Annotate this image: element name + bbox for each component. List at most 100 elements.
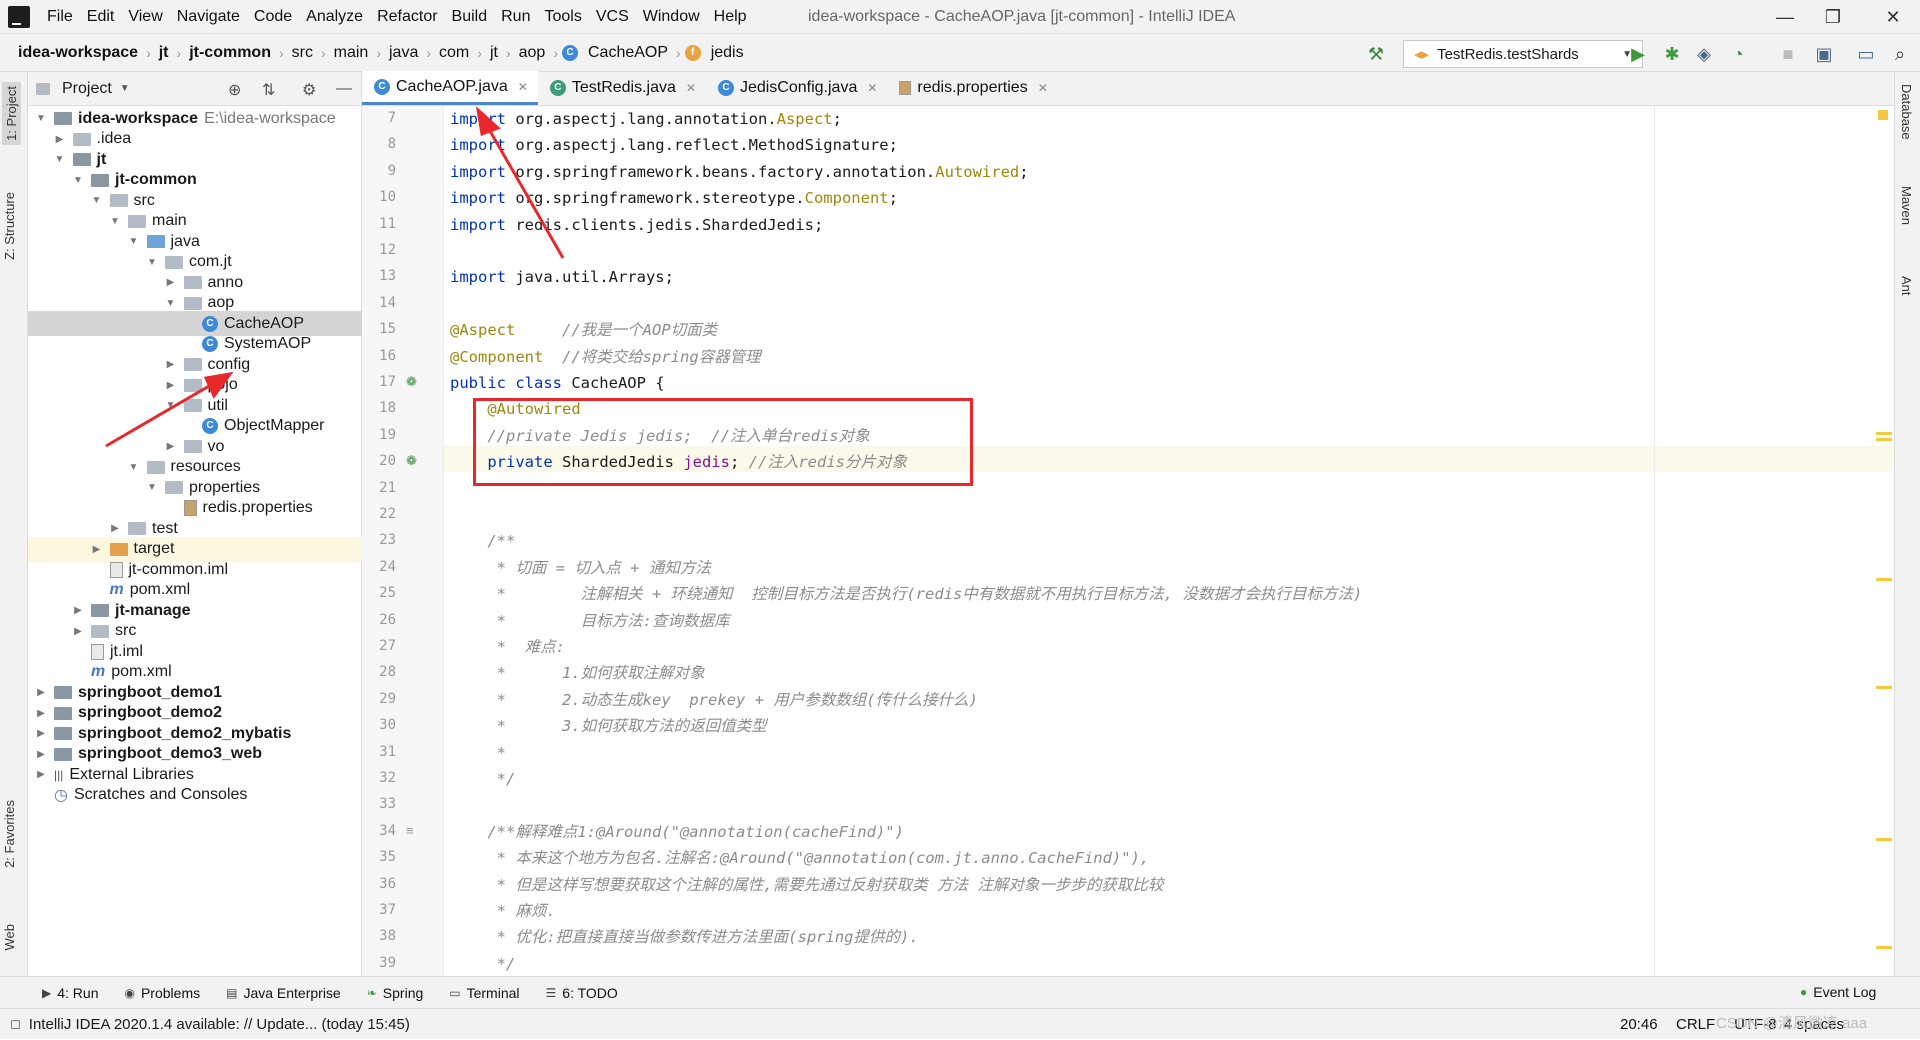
menu-run[interactable]: Run bbox=[494, 0, 537, 34]
error-stripe-mark[interactable] bbox=[1876, 686, 1892, 689]
code-line[interactable]: * 优化:把直接直接当做参数传进方法里面(spring提供的). bbox=[450, 924, 919, 950]
breadcrumb-item[interactable]: src bbox=[288, 44, 317, 62]
search-icon[interactable]: ⌕ bbox=[1888, 42, 1912, 66]
tool-tab-run[interactable]: ▶ 4: Run bbox=[42, 985, 98, 1001]
tab-cacheaop[interactable]: C CacheAOP.java ✕ bbox=[362, 71, 538, 105]
tool-tab-maven[interactable]: Maven bbox=[1899, 186, 1914, 225]
close-icon[interactable]: ✕ bbox=[1038, 81, 1048, 95]
expand-toggle-icon[interactable]: ▶ bbox=[34, 708, 48, 719]
menu-build[interactable]: Build bbox=[445, 0, 495, 34]
code-line[interactable]: * 目标方法:查询数据库 bbox=[450, 608, 730, 634]
breadcrumb-item[interactable]: com bbox=[435, 44, 473, 62]
code-line[interactable]: /** bbox=[450, 528, 515, 554]
project-panel-title[interactable]: Project bbox=[62, 80, 112, 98]
tool-tab-ant[interactable]: Ant bbox=[1899, 276, 1914, 296]
expand-toggle-icon[interactable]: ▶ bbox=[108, 523, 122, 534]
code-line[interactable]: import org.springframework.beans.factory… bbox=[450, 159, 1029, 185]
run-configuration-select[interactable]: ◂▸ TestRedis.testShards ▼ bbox=[1403, 40, 1643, 68]
tool-tab-favorites[interactable]: 2: Favorites bbox=[2, 800, 17, 868]
tree-item[interactable]: ◷ Scratches and Consoles bbox=[28, 783, 362, 808]
breadcrumb-item[interactable]: java bbox=[385, 44, 422, 62]
breadcrumb-item[interactable]: idea-workspace bbox=[14, 44, 142, 62]
expand-toggle-icon[interactable]: ▶ bbox=[34, 687, 48, 698]
expand-toggle-icon[interactable]: ▶ bbox=[164, 441, 178, 452]
chevron-down-icon[interactable]: ▼ bbox=[120, 83, 130, 94]
code-line[interactable]: @Aspect //我是一个AOP切面类 bbox=[450, 317, 717, 343]
error-stripe-mark[interactable] bbox=[1876, 438, 1892, 441]
code-line[interactable]: /**解释难点1:@Around("@annotation(cacheFind)… bbox=[450, 819, 904, 845]
gear-icon[interactable]: ⚙ bbox=[302, 80, 316, 100]
menu-analyze[interactable]: Analyze bbox=[299, 0, 370, 34]
expand-toggle-icon[interactable]: ▼ bbox=[71, 175, 85, 186]
tool-tab-spring[interactable]: ❧ Spring bbox=[367, 985, 424, 1001]
line-separator[interactable]: CRLF bbox=[1676, 1009, 1715, 1040]
caret-position[interactable]: 20:46 bbox=[1620, 1009, 1658, 1040]
menu-help[interactable]: Help bbox=[707, 0, 754, 34]
bean-icon[interactable]: ❁ bbox=[406, 374, 417, 390]
bean-icon[interactable]: ❁ bbox=[406, 453, 417, 469]
code-line[interactable]: * 麻烦. bbox=[450, 898, 556, 924]
breadcrumb-item[interactable]: jedis bbox=[707, 44, 748, 62]
status-message[interactable]: IntelliJ IDEA 2020.1.4 available: // Upd… bbox=[29, 1016, 410, 1033]
breadcrumb-item[interactable]: CacheAOP bbox=[584, 44, 672, 62]
expand-toggle-icon[interactable]: ▼ bbox=[145, 482, 159, 493]
expand-toggle-icon[interactable]: ▼ bbox=[127, 462, 141, 473]
tool-tab-project[interactable]: 1: Project bbox=[2, 82, 21, 145]
tool-tab-problems[interactable]: ◉ Problems bbox=[124, 985, 200, 1001]
expand-toggle-icon[interactable]: ▶ bbox=[164, 277, 178, 288]
code-line[interactable]: * 本来这个地方为包名.注解名:@Around("@annotation(com… bbox=[450, 845, 1150, 871]
minimize-icon[interactable]: — bbox=[1762, 0, 1808, 34]
code-line[interactable]: * 1.如何获取注解对象 bbox=[450, 660, 705, 686]
code-line[interactable]: */ bbox=[450, 766, 516, 792]
breadcrumb-item[interactable]: jt-common bbox=[185, 44, 275, 62]
breadcrumb-item[interactable]: jt bbox=[155, 44, 173, 62]
code-line[interactable]: * bbox=[450, 740, 506, 766]
tool-tab-web[interactable]: Web bbox=[2, 924, 17, 951]
expand-toggle-icon[interactable]: ▶ bbox=[90, 544, 104, 555]
expand-toggle-icon[interactable]: ▼ bbox=[127, 236, 141, 247]
expand-toggle-icon[interactable]: ▼ bbox=[34, 113, 48, 124]
tool-tab-java-enterprise[interactable]: ▤ Java Enterprise bbox=[226, 985, 341, 1001]
expand-toggle-icon[interactable]: ▶ bbox=[34, 769, 48, 780]
code-line[interactable]: * 但是这样写想要获取这个注解的属性,需要先通过反射获取类 方法 注解对象一步步… bbox=[450, 872, 1164, 898]
close-window-icon[interactable]: ✕ bbox=[1870, 0, 1916, 34]
breadcrumb-item[interactable]: aop bbox=[515, 44, 550, 62]
project-structure-icon[interactable]: ▣ bbox=[1812, 42, 1836, 66]
code-line[interactable]: import org.aspectj.lang.reflect.MethodSi… bbox=[450, 132, 898, 158]
tool-tab-database[interactable]: Database bbox=[1899, 84, 1914, 140]
tab-redis-properties[interactable]: redis.properties ✕ bbox=[887, 71, 1057, 105]
menu-refactor[interactable]: Refactor bbox=[370, 0, 444, 34]
expand-toggle-icon[interactable]: ▼ bbox=[164, 400, 178, 411]
expand-toggle-icon[interactable]: ▶ bbox=[164, 380, 178, 391]
error-stripe-mark[interactable] bbox=[1876, 838, 1892, 841]
locate-icon[interactable]: ⊕ bbox=[228, 80, 241, 100]
menu-vcs[interactable]: VCS bbox=[589, 0, 636, 34]
tab-testredis[interactable]: C TestRedis.java ✕ bbox=[538, 71, 706, 105]
code-editor[interactable]: import org.aspectj.lang.annotation.Aspec… bbox=[444, 106, 1880, 976]
doc-render-icon[interactable]: ≡ bbox=[406, 823, 414, 838]
code-line[interactable]: * 切面 = 切入点 + 通知方法 bbox=[450, 555, 711, 581]
build-hammer-icon[interactable]: ⚒ bbox=[1364, 42, 1388, 66]
close-icon[interactable]: ✕ bbox=[518, 80, 528, 94]
stop-icon[interactable]: ■ bbox=[1776, 42, 1800, 66]
collapse-all-icon[interactable]: ⇅ bbox=[262, 80, 275, 100]
code-line[interactable]: import org.aspectj.lang.annotation.Aspec… bbox=[450, 106, 842, 132]
expand-toggle-icon[interactable]: ▼ bbox=[90, 195, 104, 206]
menu-edit[interactable]: Edit bbox=[80, 0, 122, 34]
menu-file[interactable]: File bbox=[40, 0, 80, 34]
menu-tools[interactable]: Tools bbox=[537, 0, 588, 34]
warning-indicator-icon[interactable] bbox=[1878, 110, 1888, 120]
tool-tab-structure[interactable]: Z: Structure bbox=[2, 192, 17, 260]
debug-icon[interactable]: ✱ bbox=[1660, 42, 1684, 66]
hide-panel-icon[interactable]: — bbox=[336, 80, 352, 98]
coverage-icon[interactable]: ◈ bbox=[1692, 42, 1716, 66]
code-line[interactable]: * 注解相关 + 环绕通知 控制目标方法是否执行(redis中有数据就不用执行目… bbox=[450, 581, 1363, 607]
status-toggle-icon[interactable]: ◻ bbox=[10, 1016, 21, 1032]
expand-toggle-icon[interactable]: ▶ bbox=[34, 728, 48, 739]
menu-code[interactable]: Code bbox=[247, 0, 299, 34]
breadcrumb-item[interactable]: main bbox=[330, 44, 373, 62]
menu-window[interactable]: Window bbox=[636, 0, 707, 34]
breadcrumb-item[interactable]: jt bbox=[486, 44, 502, 62]
error-stripe-mark[interactable] bbox=[1876, 432, 1892, 435]
code-line[interactable]: * 2.动态生成key prekey + 用户参数数组(传什么接什么) bbox=[450, 687, 978, 713]
